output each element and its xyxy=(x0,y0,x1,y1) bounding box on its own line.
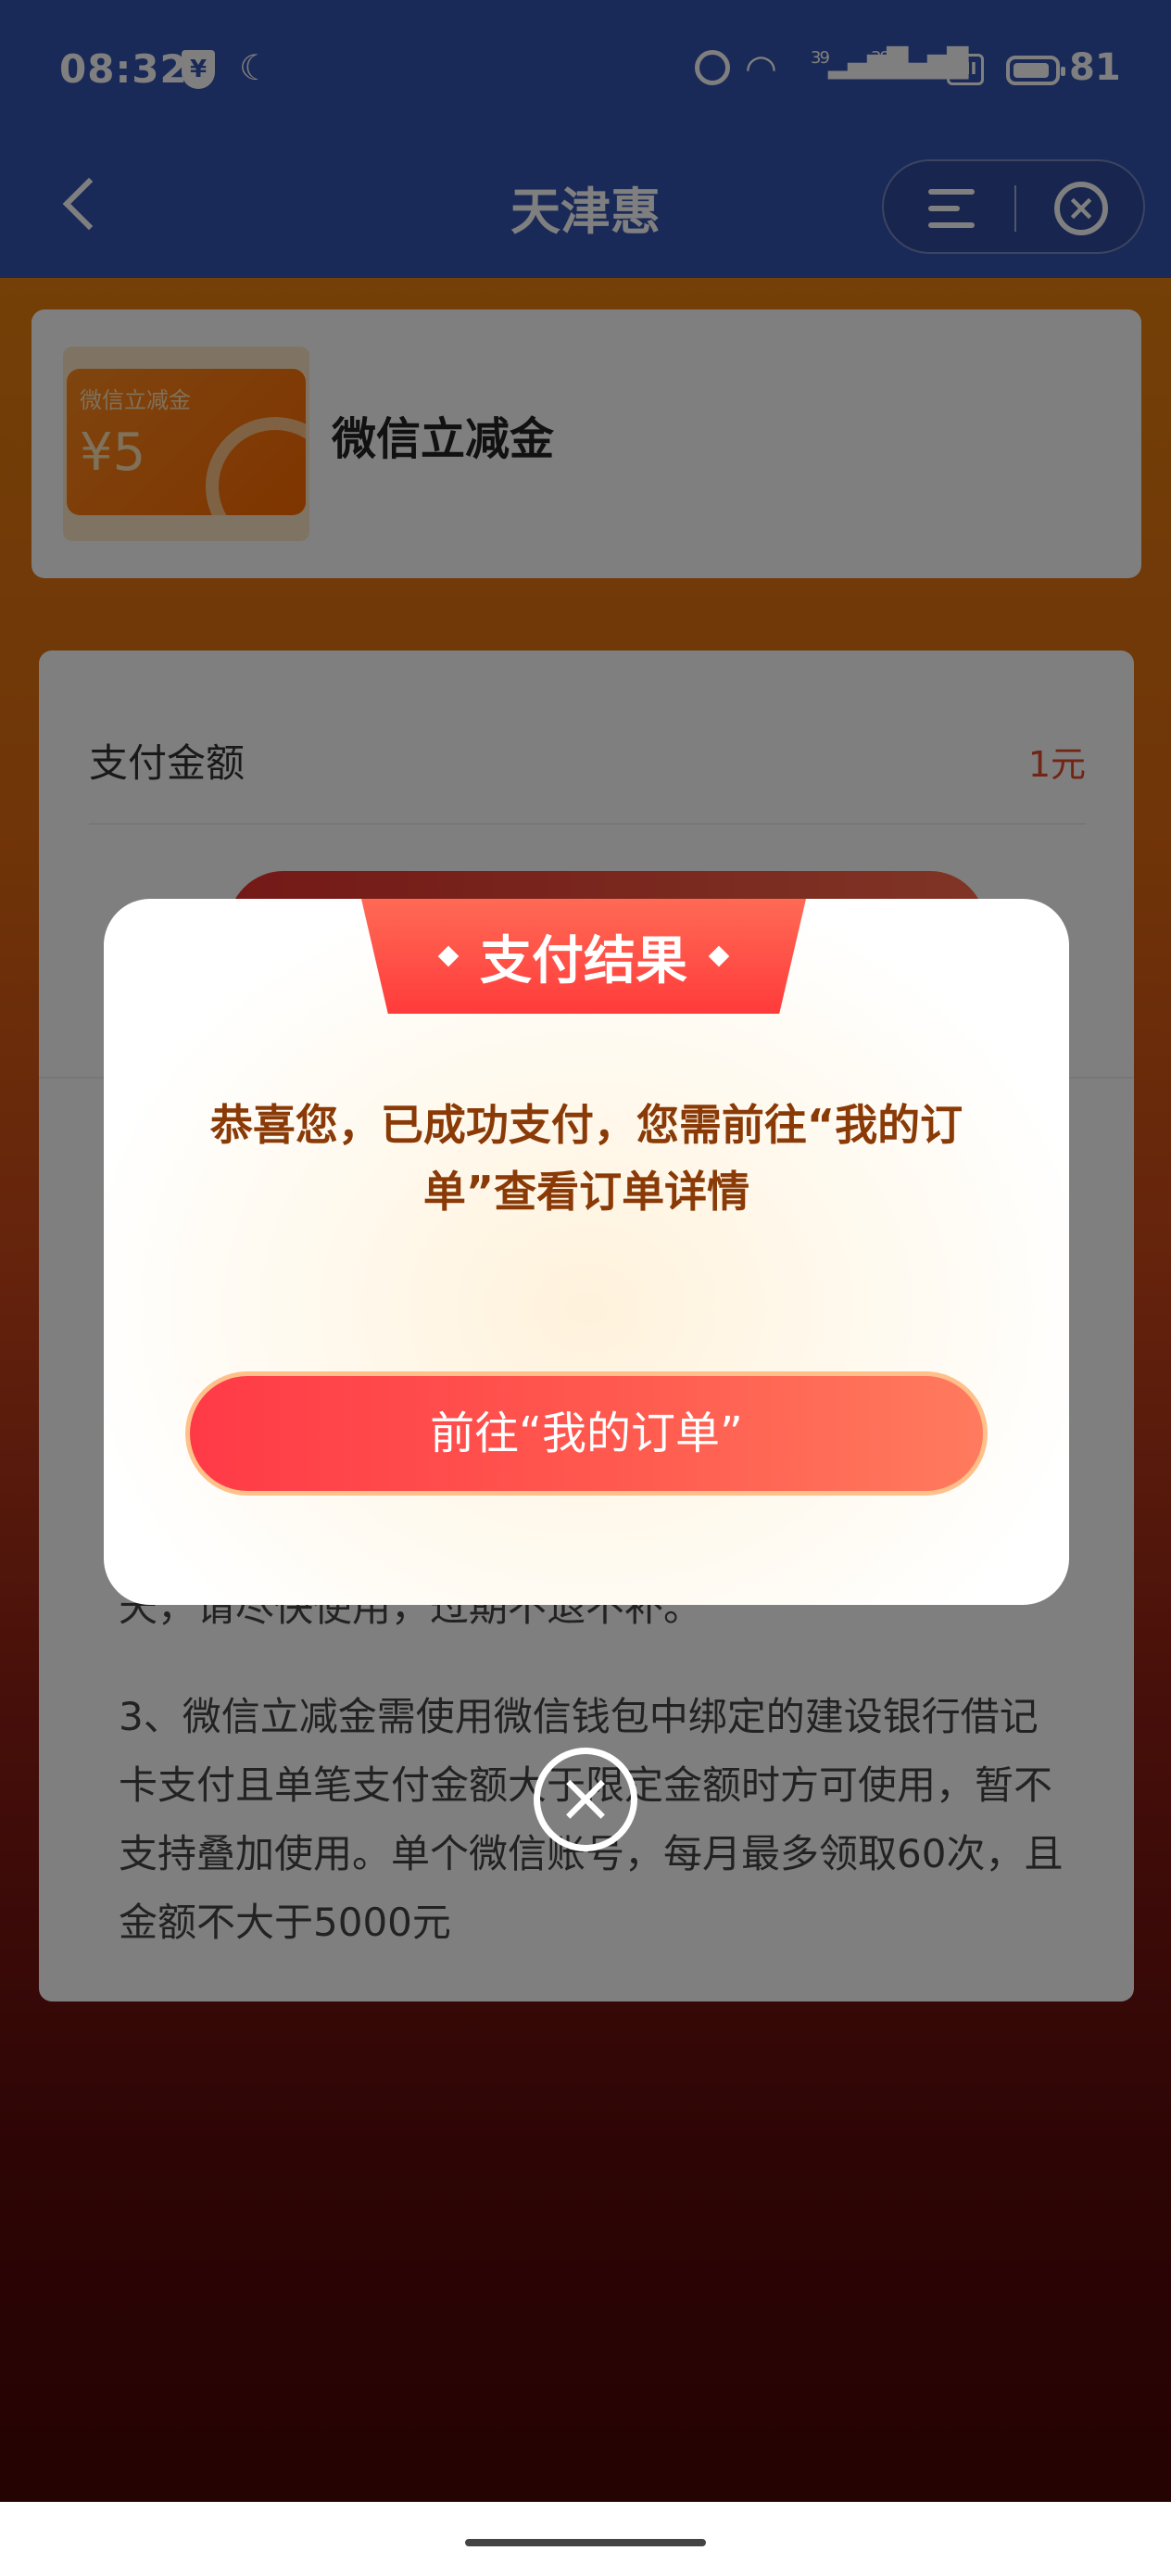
home-indicator[interactable] xyxy=(465,2539,706,2546)
close-icon[interactable]: × xyxy=(534,1748,637,1851)
go-to-my-orders-button[interactable]: 前往“我的订单” xyxy=(185,1371,988,1496)
dialog-title: 支付结果 xyxy=(480,930,687,991)
dialog-title-tab: 支付结果 xyxy=(361,899,806,1014)
payment-result-dialog: 支付结果 恭喜您，已成功支付，您需前往“我的订单”查看订单详情 前往“我的订单” xyxy=(104,899,1069,1605)
diamond-icon xyxy=(708,945,730,967)
dialog-message: 恭喜您，已成功支付，您需前往“我的订单”查看订单详情 xyxy=(209,1100,963,1217)
diamond-icon xyxy=(437,945,460,967)
